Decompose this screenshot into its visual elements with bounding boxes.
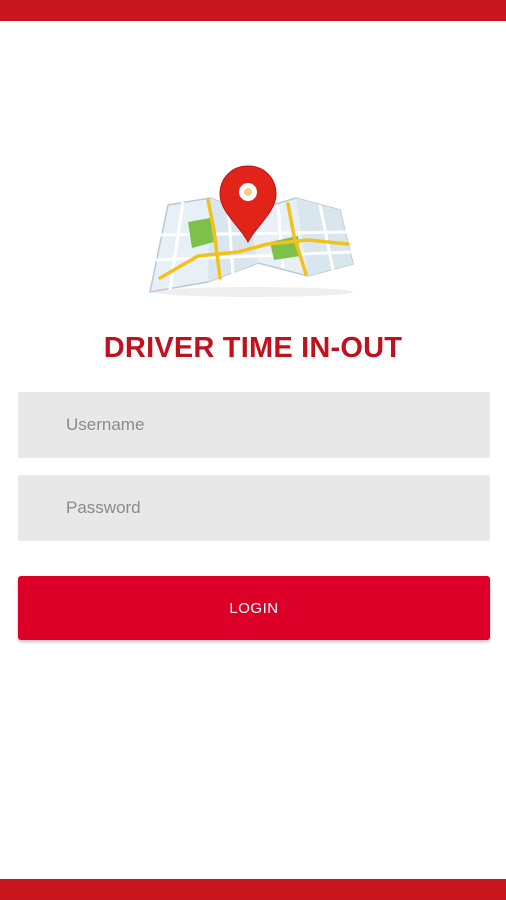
app-title: DRIVER TIME IN-OUT [103, 332, 403, 364]
username-field[interactable] [18, 392, 490, 458]
top-accent-bar [0, 0, 506, 21]
bottom-accent-bar [0, 879, 506, 900]
login-button[interactable]: LOGIN [18, 576, 490, 640]
password-field[interactable] [18, 475, 490, 541]
map-pin-icon [148, 160, 358, 300]
